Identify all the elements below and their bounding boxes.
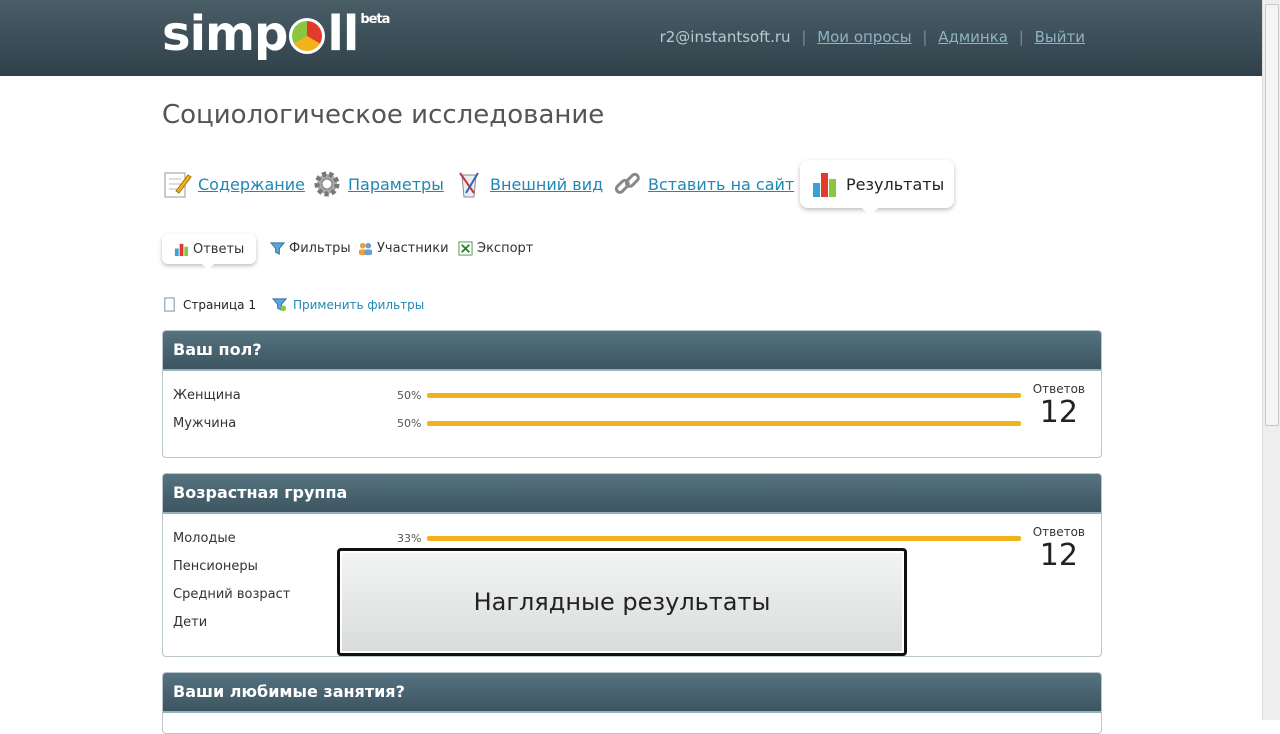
subtab-participants[interactable]: Участники — [358, 241, 449, 256]
tab-content[interactable]: Содержание — [162, 168, 305, 200]
option-bar — [427, 421, 1021, 426]
page-nav: Страница 1 Применить фильтры — [162, 297, 424, 312]
option-percent: 33% — [397, 532, 422, 545]
caption-overlay: Наглядные результаты — [337, 548, 907, 656]
question-panel: Ваши любимые занятия? — [162, 672, 1102, 734]
question-title: Возрастная группа — [163, 474, 1101, 514]
subtab-export[interactable]: Экспорт — [458, 241, 533, 256]
page-label[interactable]: Страница 1 — [183, 298, 256, 312]
edit-icon — [164, 172, 192, 198]
option-percent: 50% — [397, 417, 422, 430]
filter-icon — [270, 242, 285, 255]
question-title: Ваш пол? — [163, 331, 1101, 371]
subtab-label: Ответы — [193, 241, 245, 257]
answers-counter: Ответов 12 — [1033, 382, 1085, 430]
option-bar — [427, 393, 1021, 398]
option-percent: 50% — [397, 389, 422, 402]
answers-count: 12 — [1039, 395, 1078, 430]
option-label: Пенсионеры — [173, 559, 258, 574]
excel-icon — [458, 241, 473, 256]
design-icon — [459, 172, 479, 198]
logout-link[interactable]: Выйти — [1035, 28, 1085, 46]
subtab-label: Экспорт — [477, 241, 534, 256]
tab-embed[interactable]: Вставить на сайт — [612, 168, 794, 200]
link-icon — [614, 172, 640, 194]
user-email: r2@instantsoft.ru — [659, 28, 791, 46]
subtab-label: Фильтры — [289, 241, 351, 256]
option-label: Мужчина — [173, 416, 237, 431]
main-tabs: Содержание Параметры Внешний вид Вставит… — [162, 160, 1062, 216]
vertical-scrollbar[interactable] — [1262, 0, 1280, 720]
admin-link[interactable]: Админка — [938, 28, 1008, 46]
tab-label: Результаты — [846, 174, 945, 194]
option-label: Дети — [173, 615, 208, 630]
scrollbar-thumb[interactable] — [1265, 4, 1279, 426]
answers-counter: Ответов 12 — [1033, 525, 1085, 573]
filter-icon — [271, 298, 287, 312]
answers-label: Ответов — [1032, 525, 1085, 539]
user-nav: r2@instantsoft.ru | Мои опросы | Админка… — [659, 28, 1085, 46]
top-header: simp ll beta r2@instantsoft.ru | Мои опрос… — [0, 0, 1263, 76]
question-panel: Ваш пол? Женщина 50% Мужчина 50% Ответов… — [162, 330, 1102, 458]
subtab-filters[interactable]: Фильтры — [270, 241, 351, 256]
tab-label: Содержание — [198, 174, 305, 194]
option-label: Средний возраст — [173, 587, 291, 602]
page-title: Социологическое исследование — [162, 100, 605, 130]
my-polls-link[interactable]: Мои опросы — [817, 28, 911, 46]
chart-icon — [174, 243, 189, 256]
tab-label: Параметры — [348, 174, 444, 194]
tab-label: Внешний вид — [490, 174, 604, 194]
chart-icon — [813, 173, 836, 197]
option-label: Молодые — [173, 531, 236, 546]
answers-label: Ответов — [1032, 382, 1085, 396]
simpoll-logo[interactable]: simp ll beta — [162, 6, 390, 62]
tab-appearance[interactable]: Внешний вид — [454, 168, 603, 200]
subtab-answers[interactable]: Ответы — [162, 234, 257, 270]
logo-pie-icon — [289, 18, 326, 54]
tab-label: Вставить на сайт — [648, 174, 795, 194]
tab-results[interactable]: Результаты — [800, 160, 955, 216]
users-icon — [358, 242, 373, 256]
apply-filters-link[interactable]: Применить фильтры — [293, 298, 424, 312]
page-icon — [164, 297, 175, 312]
question-title: Ваши любимые занятия? — [163, 673, 1101, 713]
subtab-label: Участники — [377, 241, 449, 256]
beta-badge: beta — [360, 12, 390, 27]
option-label: Женщина — [173, 388, 241, 403]
gear-icon — [314, 171, 340, 197]
option-bar — [427, 536, 1021, 541]
tab-parameters[interactable]: Параметры — [312, 168, 444, 200]
answers-count: 12 — [1039, 538, 1078, 573]
